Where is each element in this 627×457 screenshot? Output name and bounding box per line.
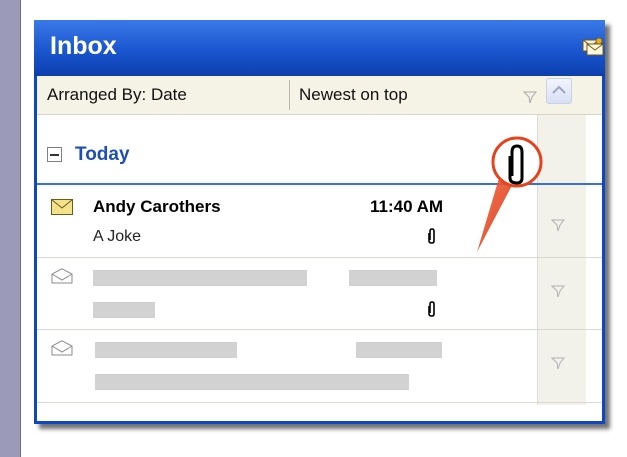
collapse-toggle[interactable]	[47, 147, 62, 162]
arrange-by-header: Arranged By: Date Newest on top	[37, 76, 602, 115]
row-divider	[37, 402, 602, 403]
scroll-up-button[interactable]	[546, 78, 572, 104]
envelopes-icon[interactable]	[582, 36, 604, 56]
chevron-up-icon	[552, 85, 566, 94]
sort-order-button[interactable]: Newest on top	[299, 85, 408, 105]
message-time: 11:40 AM	[370, 197, 444, 216]
redacted-subject	[93, 302, 155, 318]
redacted-time	[349, 270, 437, 286]
header-divider	[289, 80, 290, 110]
flag-icon[interactable]	[551, 284, 565, 298]
inbox-pane: Inbox Arranged By: Date Newest on top To…	[34, 20, 605, 424]
redacted-time	[356, 342, 442, 358]
flag-column-icon[interactable]	[523, 90, 537, 104]
attachment-callout	[477, 136, 543, 252]
group-label: Today	[75, 144, 130, 165]
envelope-unread-icon	[51, 199, 73, 215]
redacted-sender	[95, 342, 237, 358]
paperclip-icon	[428, 228, 435, 244]
message-subject: A Joke	[93, 228, 142, 245]
arrange-by-date-button[interactable]: Arranged By: Date	[47, 85, 187, 105]
paperclip-icon	[428, 301, 435, 317]
pane-title: Inbox	[50, 32, 117, 60]
envelope-read-icon	[51, 340, 73, 356]
message-sender: Andy Carothers	[93, 197, 221, 216]
redacted-sender	[93, 270, 307, 286]
message-row[interactable]	[37, 258, 565, 329]
flag-icon[interactable]	[551, 356, 565, 370]
message-row[interactable]	[37, 330, 565, 402]
envelope-read-icon	[51, 268, 73, 284]
redacted-subject	[95, 374, 409, 390]
screenshot-canvas: Inbox Arranged By: Date Newest on top To…	[20, 0, 627, 457]
pane-title-bar: Inbox	[34, 20, 605, 76]
